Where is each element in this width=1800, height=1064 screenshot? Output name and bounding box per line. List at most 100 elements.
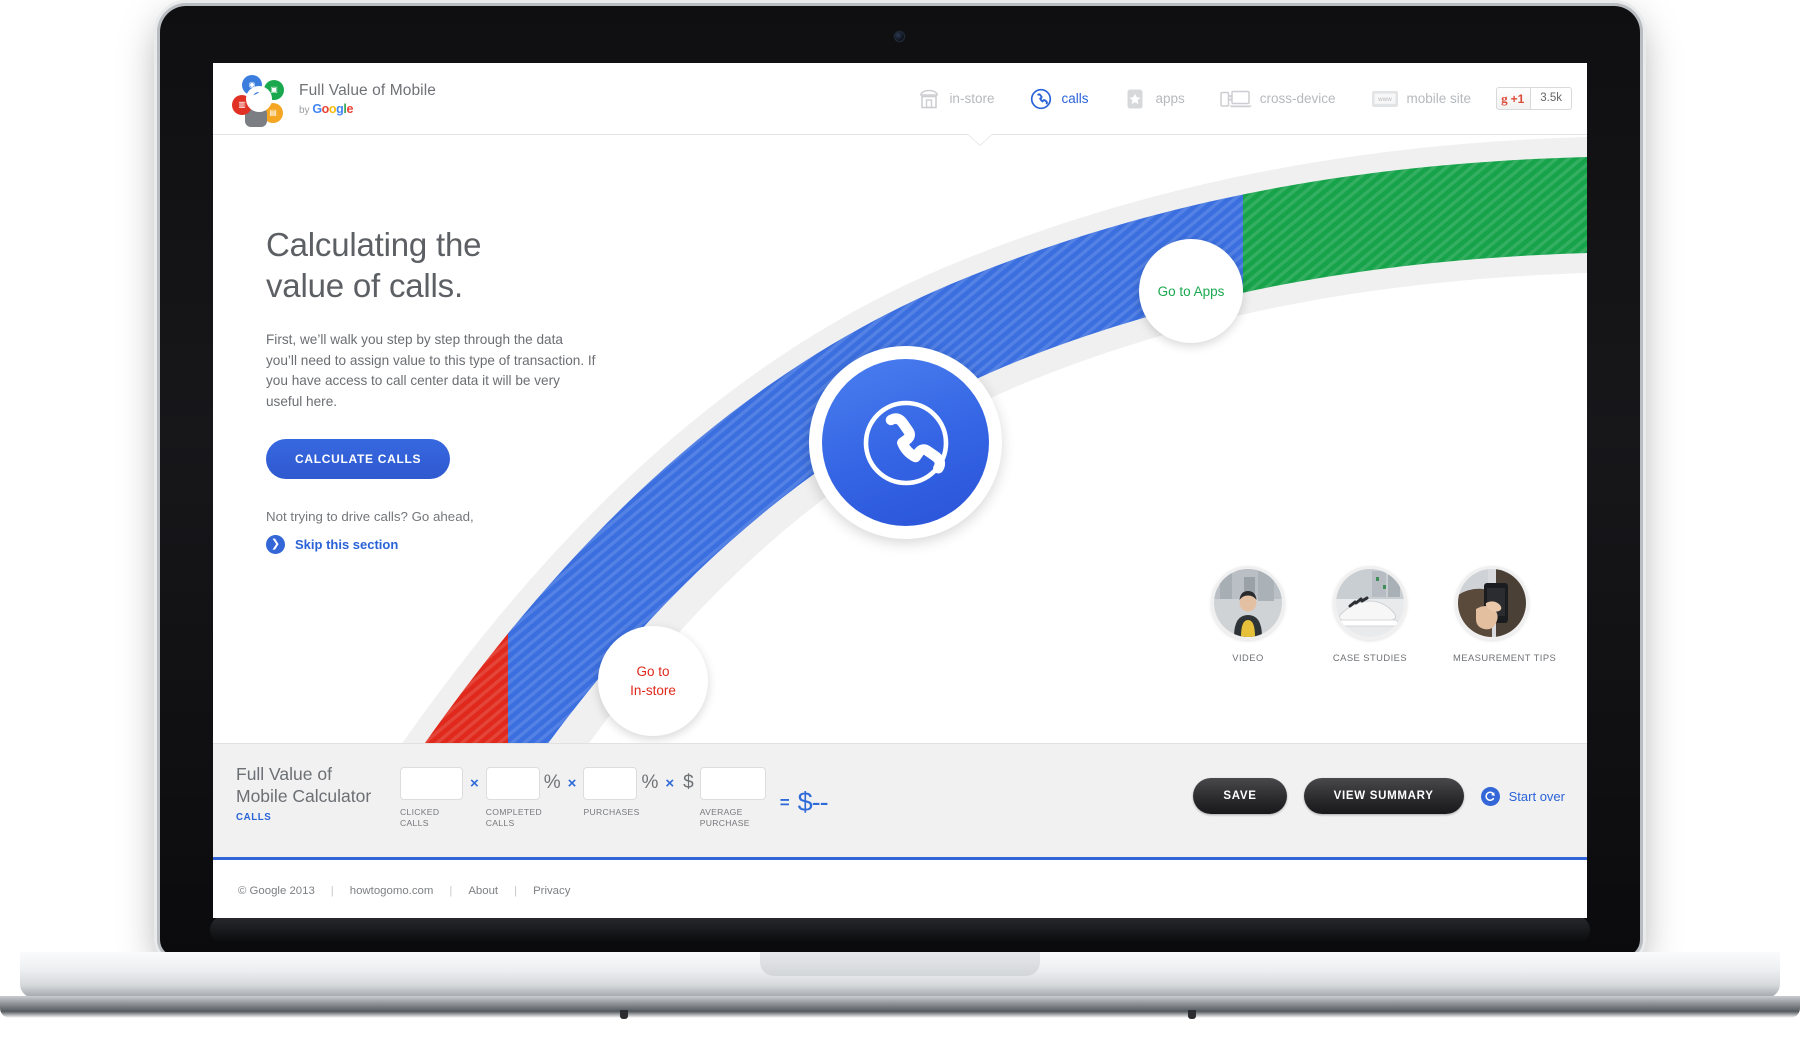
hero-copy: Calculating the value of calls. First, w…	[266, 224, 646, 554]
field-completed-calls: COMPLETED CALLS %	[485, 767, 561, 829]
equals-symbol: =	[779, 793, 790, 812]
brand-subtitle: by Google	[299, 102, 436, 116]
logo-ring	[246, 85, 272, 112]
footer-link-about[interactable]: About	[468, 885, 498, 897]
laptop-base	[20, 952, 1780, 998]
thumb-case-studies[interactable]: CASE STUDIES	[1331, 566, 1409, 663]
resource-thumbnails: VIDEO CASE STUDIES MEASUREMENT TIPS	[1209, 566, 1557, 663]
start-over-button[interactable]: Start over	[1480, 786, 1565, 806]
footer-separator-2: |	[449, 885, 453, 897]
nav-label-apps: apps	[1155, 91, 1185, 106]
chevron-right-circle-icon: ❯	[266, 535, 285, 554]
clicked-calls-input[interactable]	[400, 767, 463, 800]
skip-note: Not trying to drive calls? Go ahead,	[266, 509, 474, 524]
svg-text:www: www	[1377, 96, 1392, 103]
devices-icon	[1220, 90, 1252, 107]
webcam-icon	[895, 32, 904, 41]
brand-title: Full Value of Mobile	[299, 81, 436, 99]
reset-circle-icon	[1480, 786, 1500, 806]
nav-label-in-store: in-store	[949, 91, 995, 106]
google-plus-one: g +1 3.5k	[1496, 87, 1572, 110]
start-over-label: Start over	[1508, 788, 1565, 804]
purchases-label: PURCHASES	[583, 807, 640, 817]
nav-item-cross-device[interactable]: cross-device	[1202, 86, 1353, 112]
skip-this-section-link[interactable]: ❯ Skip this section	[266, 535, 646, 554]
nav-item-mobile-site[interactable]: www mobile site	[1353, 86, 1489, 112]
star-app-icon	[1127, 89, 1143, 108]
brand[interactable]: ◉ ▣ ▤ ▥ Full Value of Mobile by Google	[230, 73, 436, 127]
go-to-in-store-button[interactable]: Go to In-store	[598, 626, 708, 736]
site-footer: © Google 2013 | howtogomo.com | About | …	[213, 857, 1587, 918]
laptop-foot-left	[620, 1010, 628, 1019]
laptop-base-notch	[760, 952, 1040, 976]
calls-hero-badge-inner	[822, 359, 989, 526]
view-summary-button[interactable]: VIEW SUMMARY	[1303, 778, 1464, 814]
calculator-fields: CLICKED CALLS × COMPLETED CALLS % × PURC…	[400, 767, 829, 829]
go-to-in-store-line-2: In-store	[630, 683, 676, 698]
plus-one-button[interactable]: g +1	[1496, 87, 1532, 110]
purchases-input[interactable]	[583, 767, 638, 800]
thumb-case-studies-label: CASE STUDIES	[1332, 652, 1408, 663]
average-purchase-label: AVERAGE PURCHASE	[699, 807, 750, 828]
dollar-symbol: $	[683, 772, 694, 793]
calculator-actions: SAVE VIEW SUMMARY Start over	[1193, 778, 1565, 814]
plus-one-label: +1	[1510, 91, 1525, 106]
completed-calls-label: COMPLETED CALLS	[485, 807, 542, 828]
phone-handset-icon	[863, 400, 948, 485]
brand-by-word: by	[299, 104, 310, 116]
operator-multiply-1: ×	[470, 775, 479, 792]
headline-line-1: Calculating the	[266, 226, 482, 263]
thumb-measurement-tips[interactable]: MEASUREMENT TIPS	[1453, 566, 1557, 663]
footer-separator-3: |	[514, 885, 518, 897]
go-to-in-store-line-1: Go to	[636, 664, 670, 679]
percent-symbol-2: %	[641, 772, 659, 793]
calculator-result: = $--	[779, 787, 829, 817]
main-nav: in-store calls apps cross-device www mob…	[899, 63, 1572, 134]
hero-canvas: Calculating the value of calls. First, w…	[213, 135, 1587, 743]
video-thumbnail-woman-icon	[1211, 566, 1285, 640]
hero-body-text: First, we’ll walk you step by step throu…	[266, 332, 596, 409]
field-average-purchase: $ AVERAGE PURCHASE	[681, 767, 766, 829]
thumb-measurement-tips-label: MEASUREMENT TIPS	[1453, 652, 1557, 663]
go-to-apps-button[interactable]: Go to Apps	[1139, 239, 1243, 343]
clicked-calls-label: CLICKED CALLS	[400, 807, 440, 828]
result-value: $--	[797, 787, 829, 817]
thumb-video[interactable]: VIDEO	[1209, 566, 1287, 663]
nav-item-in-store[interactable]: in-store	[899, 86, 1011, 112]
operator-multiply-3: ×	[665, 775, 675, 792]
percent-symbol-1: %	[543, 772, 561, 793]
calls-hero-badge[interactable]	[809, 346, 1002, 539]
nav-item-calls[interactable]: calls	[1011, 86, 1105, 112]
calculator-title-line-1: Full Value of	[236, 764, 332, 784]
footer-link-howtogomo[interactable]: howtogomo.com	[350, 885, 434, 897]
field-clicked-calls: CLICKED CALLS	[400, 767, 463, 829]
measurement-tips-thumbnail-phone-icon	[1455, 566, 1529, 640]
field-purchases: PURCHASES %	[583, 767, 658, 818]
active-nav-caret	[968, 134, 992, 145]
footer-link-privacy[interactable]: Privacy	[533, 885, 570, 897]
footer-separator-1: |	[330, 885, 334, 897]
nav-item-apps[interactable]: apps	[1105, 86, 1201, 112]
full-value-of-mobile-logo-icon: ◉ ▣ ▤ ▥	[230, 73, 288, 127]
completed-calls-input[interactable]	[485, 767, 540, 800]
thumb-video-label: VIDEO	[1232, 652, 1264, 663]
skip-link-label: Skip this section	[295, 537, 399, 552]
google-g-icon: g	[1501, 90, 1508, 106]
calculator-title: Full Value of Mobile Calculator CALLS	[236, 763, 386, 823]
site-header: ◉ ▣ ▤ ▥ Full Value of Mobile by Google i…	[213, 63, 1587, 135]
screenshot-root: ◉ ▣ ▤ ▥ Full Value of Mobile by Google i…	[0, 0, 1800, 1064]
calculate-calls-button[interactable]: CALCULATE CALLS	[266, 439, 451, 479]
phone-circle-icon	[1031, 88, 1052, 109]
save-button[interactable]: SAVE	[1193, 778, 1287, 814]
headline-line-2: value of calls.	[266, 267, 463, 304]
go-to-apps-label: Go to Apps	[1157, 283, 1225, 299]
nav-label-cross-device: cross-device	[1259, 91, 1336, 106]
average-purchase-input[interactable]	[699, 767, 766, 800]
page-title: Calculating the value of calls.	[266, 224, 646, 306]
calculator-title-line-2: Mobile Calculator	[236, 786, 372, 806]
laptop-hinge	[210, 916, 1590, 944]
plus-one-count[interactable]: 3.5k	[1531, 87, 1572, 110]
nav-label-calls: calls	[1061, 91, 1089, 106]
footer-copyright: © Google 2013	[238, 885, 315, 897]
footer-links: © Google 2013 | howtogomo.com | About | …	[238, 885, 570, 897]
